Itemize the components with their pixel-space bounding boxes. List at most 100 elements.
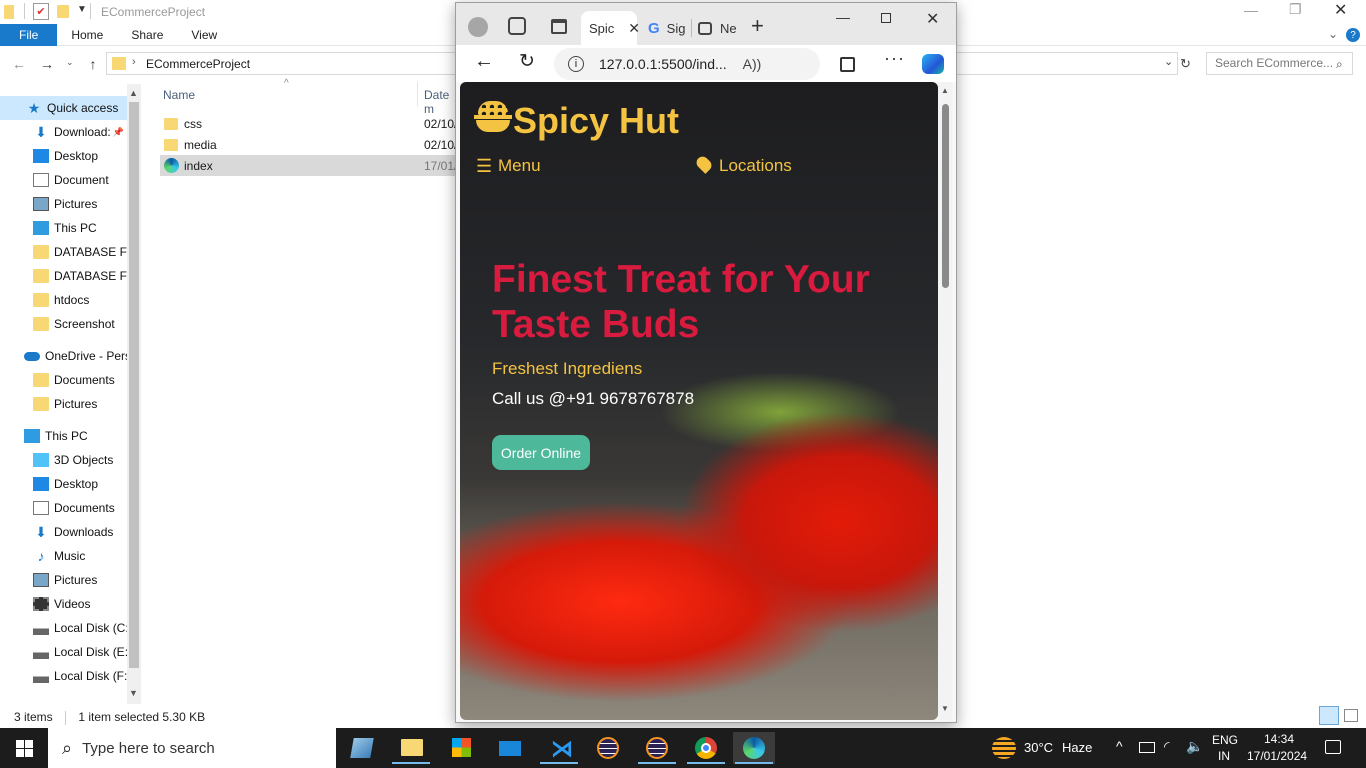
windows-start-icon[interactable] xyxy=(16,740,33,757)
tab-file[interactable]: File xyxy=(0,24,58,46)
more-menu-icon[interactable]: ··· xyxy=(884,48,905,69)
nav-item-local-disk[interactable]: Local Disk (F:) xyxy=(0,664,127,688)
url-bar[interactable]: i 127.0.0.1:5500/ind... A)) xyxy=(554,48,820,80)
back-arrow-icon[interactable]: ← xyxy=(8,53,30,75)
search-input[interactable]: Search ECommerce... xyxy=(1206,52,1353,75)
nav-item-folder[interactable]: Screenshot xyxy=(0,312,127,336)
scroll-up-icon[interactable]: ▲ xyxy=(129,88,138,98)
tab-view[interactable]: View xyxy=(177,24,231,46)
page-scrollbar[interactable]: ▲ ▼ xyxy=(938,82,952,720)
close-icon[interactable]: ✕ xyxy=(1334,0,1347,20)
nav-item-folder[interactable]: htdocs xyxy=(0,288,127,312)
weather-text[interactable]: Haze xyxy=(1062,740,1092,755)
minimize-icon[interactable]: — xyxy=(836,9,850,25)
nav-item-pictures[interactable]: Pictures xyxy=(0,192,127,216)
taskbar-app[interactable] xyxy=(340,732,382,764)
order-online-button[interactable]: Order Online xyxy=(492,435,590,470)
nav-item-this-pc[interactable]: This PC xyxy=(0,424,127,448)
column-header-name[interactable]: Name xyxy=(163,88,195,102)
tab-new-tab[interactable]: Ne xyxy=(696,11,744,45)
tab-home[interactable]: Home xyxy=(57,24,117,46)
profile-avatar[interactable] xyxy=(468,17,488,37)
restore-icon[interactable]: ❐ xyxy=(1289,1,1302,18)
tab-close-icon[interactable]: ✕ xyxy=(628,20,640,37)
nav-scrollbar[interactable]: ▲ ▼ xyxy=(127,84,141,704)
nav-item-quick-access[interactable]: ★ Quick access xyxy=(0,96,127,120)
nav-item-folder[interactable]: DATABASE FIL xyxy=(0,264,127,288)
clock-time[interactable]: 14:34 xyxy=(1264,732,1294,746)
details-view-icon[interactable] xyxy=(1319,706,1339,725)
split-screen-icon[interactable] xyxy=(840,57,855,72)
weather-temp[interactable]: 30°C xyxy=(1024,740,1053,755)
notifications-icon[interactable] xyxy=(1325,740,1341,754)
search-icon[interactable]: ⌕ xyxy=(1336,57,1343,72)
minimize-icon[interactable]: — xyxy=(1244,2,1258,18)
language-bottom[interactable]: IN xyxy=(1218,749,1230,763)
up-arrow-icon[interactable]: ↑ xyxy=(82,53,104,75)
nav-item-desktop[interactable]: Desktop xyxy=(0,144,127,168)
wifi-icon[interactable]: ◜ xyxy=(1164,738,1169,755)
nav-item-music[interactable]: ♪ Music xyxy=(0,544,127,568)
chevron-up-icon[interactable]: ^ xyxy=(1116,738,1123,754)
tab-share[interactable]: Share xyxy=(117,24,177,46)
file-row-selected[interactable]: index 17/01/ xyxy=(160,155,457,176)
nav-item-downloads[interactable]: ⬇ Downloads xyxy=(0,520,127,544)
scroll-thumb[interactable] xyxy=(129,102,139,668)
hamburger-icon[interactable]: ☰ xyxy=(476,156,492,177)
nav-item-folder[interactable]: DATABASE FIL xyxy=(0,240,127,264)
taskbar-store[interactable] xyxy=(440,732,482,764)
large-icons-view-icon[interactable] xyxy=(1344,709,1358,722)
help-icon[interactable]: ? xyxy=(1346,28,1360,42)
read-aloud-icon[interactable]: A)) xyxy=(743,56,762,72)
taskbar-search[interactable]: ⌕ Type here to search xyxy=(48,728,336,768)
taskbar-eclipse-2[interactable] xyxy=(636,732,678,764)
nav-item-pictures[interactable]: Pictures xyxy=(0,568,127,592)
nav-item-local-disk[interactable]: Local Disk (E:) xyxy=(0,640,127,664)
nav-item-local-disk[interactable]: Local Disk (C: xyxy=(0,616,127,640)
taskbar-edge[interactable] xyxy=(733,732,775,764)
nav-locations-link[interactable]: Locations xyxy=(719,156,792,176)
column-header-date[interactable]: Date m xyxy=(424,88,455,116)
tab-actions-icon[interactable] xyxy=(551,19,567,34)
brand-title[interactable]: Spicy Hut xyxy=(513,100,679,142)
nav-item-onedrive[interactable]: OneDrive - Pers xyxy=(0,344,127,368)
nav-item-documents[interactable]: Documents xyxy=(0,496,127,520)
taskbar-vscode[interactable]: ⋊ xyxy=(538,732,580,764)
column-divider[interactable] xyxy=(417,82,418,106)
maximize-icon[interactable] xyxy=(881,13,891,23)
file-row[interactable]: css 02/10/ xyxy=(160,113,457,134)
breadcrumb[interactable]: ECommerceProject xyxy=(146,57,250,71)
close-icon[interactable]: ✕ xyxy=(926,9,939,29)
taskbar-file-explorer[interactable] xyxy=(390,732,432,764)
clock-date[interactable]: 17/01/2024 xyxy=(1247,749,1307,763)
scroll-down-icon[interactable]: ▼ xyxy=(129,688,138,698)
nav-item-folder[interactable]: Pictures xyxy=(0,392,127,416)
forward-arrow-icon[interactable]: → xyxy=(36,53,58,75)
new-tab-plus-icon[interactable]: + xyxy=(751,13,764,39)
nav-item-folder[interactable]: Documents xyxy=(0,368,127,392)
file-row[interactable]: media 02/10/ xyxy=(160,134,457,155)
nav-item-downloads[interactable]: ⬇ Download: 📌 xyxy=(0,120,127,144)
chevron-down-icon[interactable]: ⌄ xyxy=(1328,27,1338,41)
copilot-icon[interactable] xyxy=(922,54,944,74)
nav-item-3d-objects[interactable]: 3D Objects xyxy=(0,448,127,472)
chevron-down-icon[interactable]: ▼ xyxy=(77,4,87,15)
new-folder-icon[interactable] xyxy=(57,5,69,18)
workspaces-icon[interactable] xyxy=(508,17,526,35)
back-arrow-icon[interactable]: ← xyxy=(474,50,494,73)
volume-icon[interactable]: 🔈 xyxy=(1186,738,1203,755)
tab-active[interactable]: Spic ✕ xyxy=(581,11,640,45)
nav-menu-link[interactable]: Menu xyxy=(498,156,541,176)
url-text[interactable]: 127.0.0.1:5500/ind... xyxy=(599,56,727,72)
scroll-up-icon[interactable]: ▲ xyxy=(941,86,949,95)
refresh-icon[interactable]: ↻ xyxy=(519,50,535,73)
info-icon[interactable]: i xyxy=(568,56,584,72)
scroll-down-icon[interactable]: ▼ xyxy=(941,704,949,713)
recent-chevron-icon[interactable]: ⌄ xyxy=(66,57,74,68)
taskbar-mail[interactable] xyxy=(489,732,531,764)
tab-google[interactable]: G Sig xyxy=(642,11,690,45)
taskbar-eclipse[interactable] xyxy=(587,732,629,764)
refresh-icon[interactable]: ↻ xyxy=(1180,56,1191,72)
language-top[interactable]: ENG xyxy=(1212,733,1238,747)
nav-item-this-pc[interactable]: This PC xyxy=(0,216,127,240)
